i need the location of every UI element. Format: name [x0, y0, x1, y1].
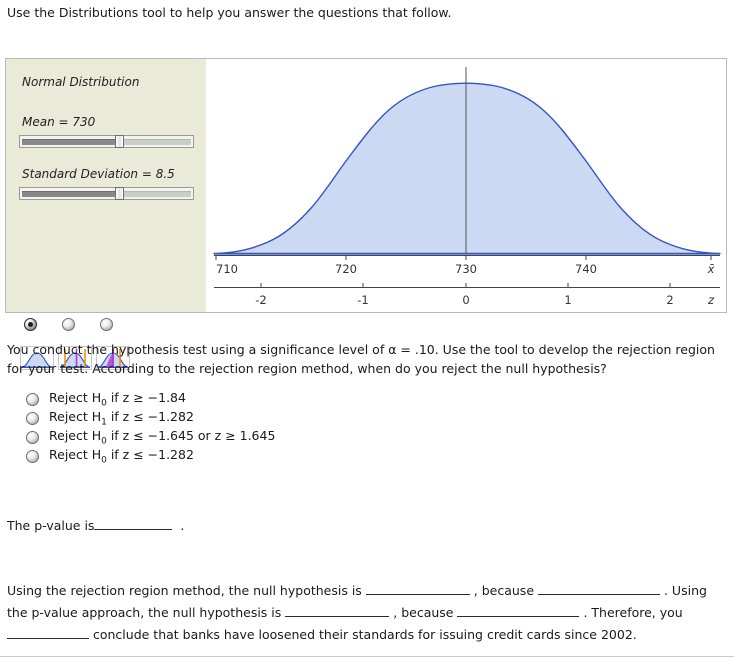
conclusion-text-6: . Therefore, you	[583, 605, 683, 620]
sd-slider-filled-track	[22, 191, 119, 197]
option-row-4[interactable]: Reject H0 if z ≤ −1.282	[26, 447, 275, 466]
question-text: You conduct the hypothesis test using a …	[7, 342, 715, 376]
z-axis-tick-labels: -2 -1 0 1 2 z	[255, 293, 715, 307]
xbar-tick-710: 710	[216, 262, 238, 276]
xbar-axis-tick-labels: 710 720 730 740 x̄	[216, 262, 715, 276]
conclusion-text-3: . Using	[663, 583, 707, 598]
z-axis-ticks	[260, 283, 671, 288]
conclusion-text-2: , because	[473, 583, 535, 598]
xbar-tick-720: 720	[335, 262, 357, 276]
sd-slider-thumb[interactable]	[115, 187, 124, 200]
xbar-tick-730: 730	[455, 262, 477, 276]
option-label-4: Reject H0 if z ≤ −1.282	[49, 447, 194, 466]
z-tick-2: 2	[666, 293, 673, 307]
z-tick-neg2: -2	[255, 293, 266, 307]
option-radio-2[interactable]	[26, 412, 39, 425]
option-label-3: Reject H0 if z ≤ −1.645 or z ≥ 1.645	[49, 428, 276, 447]
option-row-1[interactable]: Reject H0 if z ≥ −1.84	[26, 390, 275, 409]
sd-slider-remaining-track	[119, 191, 191, 197]
mean-slider-filled-track	[22, 139, 119, 145]
answer-options-group: Reject H0 if z ≥ −1.84 Reject H1 if z ≤ …	[26, 390, 275, 466]
option-row-3[interactable]: Reject H0 if z ≤ −1.645 or z ≥ 1.645	[26, 428, 275, 447]
pvalue-prefix: The p-value is	[7, 518, 95, 533]
sd-label: Standard Deviation = 8.5	[22, 167, 175, 181]
z-tick-0: 0	[462, 293, 469, 307]
z-tick-1: 1	[564, 293, 571, 307]
option-radio-4[interactable]	[26, 450, 39, 463]
distribution-plot[interactable]: 710 720 730 740 x̄ -2 -1 0 1 2 z	[206, 59, 726, 312]
option-radio-1[interactable]	[26, 393, 39, 406]
option-radio-3[interactable]	[26, 431, 39, 444]
conclusion-blank-1[interactable]	[365, 581, 470, 595]
mean-slider-remaining-track	[119, 139, 191, 145]
xbar-axis-ticks	[215, 255, 712, 260]
mean-slider[interactable]	[19, 135, 194, 148]
pvalue-blank[interactable]	[94, 516, 173, 530]
z-tick-neg1: -1	[357, 293, 368, 307]
mode-radio-plain[interactable]	[24, 318, 37, 331]
distributions-tool-panel: Normal Distribution Mean = 730 Standard …	[5, 58, 727, 370]
sd-slider[interactable]	[19, 187, 194, 200]
option-label-1: Reject H0 if z ≥ −1.84	[49, 390, 186, 409]
intro-text: Use the Distributions tool to help you a…	[7, 5, 452, 20]
mean-slider-thumb[interactable]	[115, 135, 124, 148]
tool-controls-pane: Normal Distribution Mean = 730 Standard …	[6, 59, 206, 370]
mean-label: Mean = 730	[22, 115, 96, 129]
conclusion-blank-3[interactable]	[285, 603, 390, 617]
conclusion-text-7: conclude that banks have loosened their …	[92, 627, 637, 642]
xbar-axis-label: x̄	[707, 262, 715, 276]
z-axis-label: z	[707, 293, 715, 307]
conclusion-text-1: Using the rejection region method, the n…	[7, 583, 362, 598]
conclusion-blank-4[interactable]	[457, 603, 580, 617]
normal-curve-svg: 710 720 730 740 x̄ -2 -1 0 1 2 z	[213, 67, 721, 307]
conclusion-text-5: , because	[393, 605, 454, 620]
option-row-2[interactable]: Reject H1 if z ≤ −1.282	[26, 409, 275, 428]
pvalue-suffix: .	[180, 518, 185, 533]
mode-radio-two-tailed[interactable]	[62, 318, 75, 331]
normal-curve-path	[213, 82, 721, 255]
option-label-2: Reject H1 if z ≤ −1.282	[49, 409, 194, 428]
conclusion-text-4: the p-value approach, the null hypothesi…	[7, 605, 282, 620]
mode-radio-one-tailed[interactable]	[100, 318, 113, 331]
conclusion-paragraph: Using the rejection region method, the n…	[7, 580, 723, 646]
pvalue-line: The p-value is .	[7, 516, 184, 535]
conclusion-blank-2[interactable]	[538, 581, 660, 595]
distribution-title: Normal Distribution	[22, 75, 140, 89]
xbar-tick-740: 740	[575, 262, 597, 276]
conclusion-blank-5[interactable]	[7, 625, 89, 639]
distribution-mode-radio-group	[24, 318, 184, 336]
